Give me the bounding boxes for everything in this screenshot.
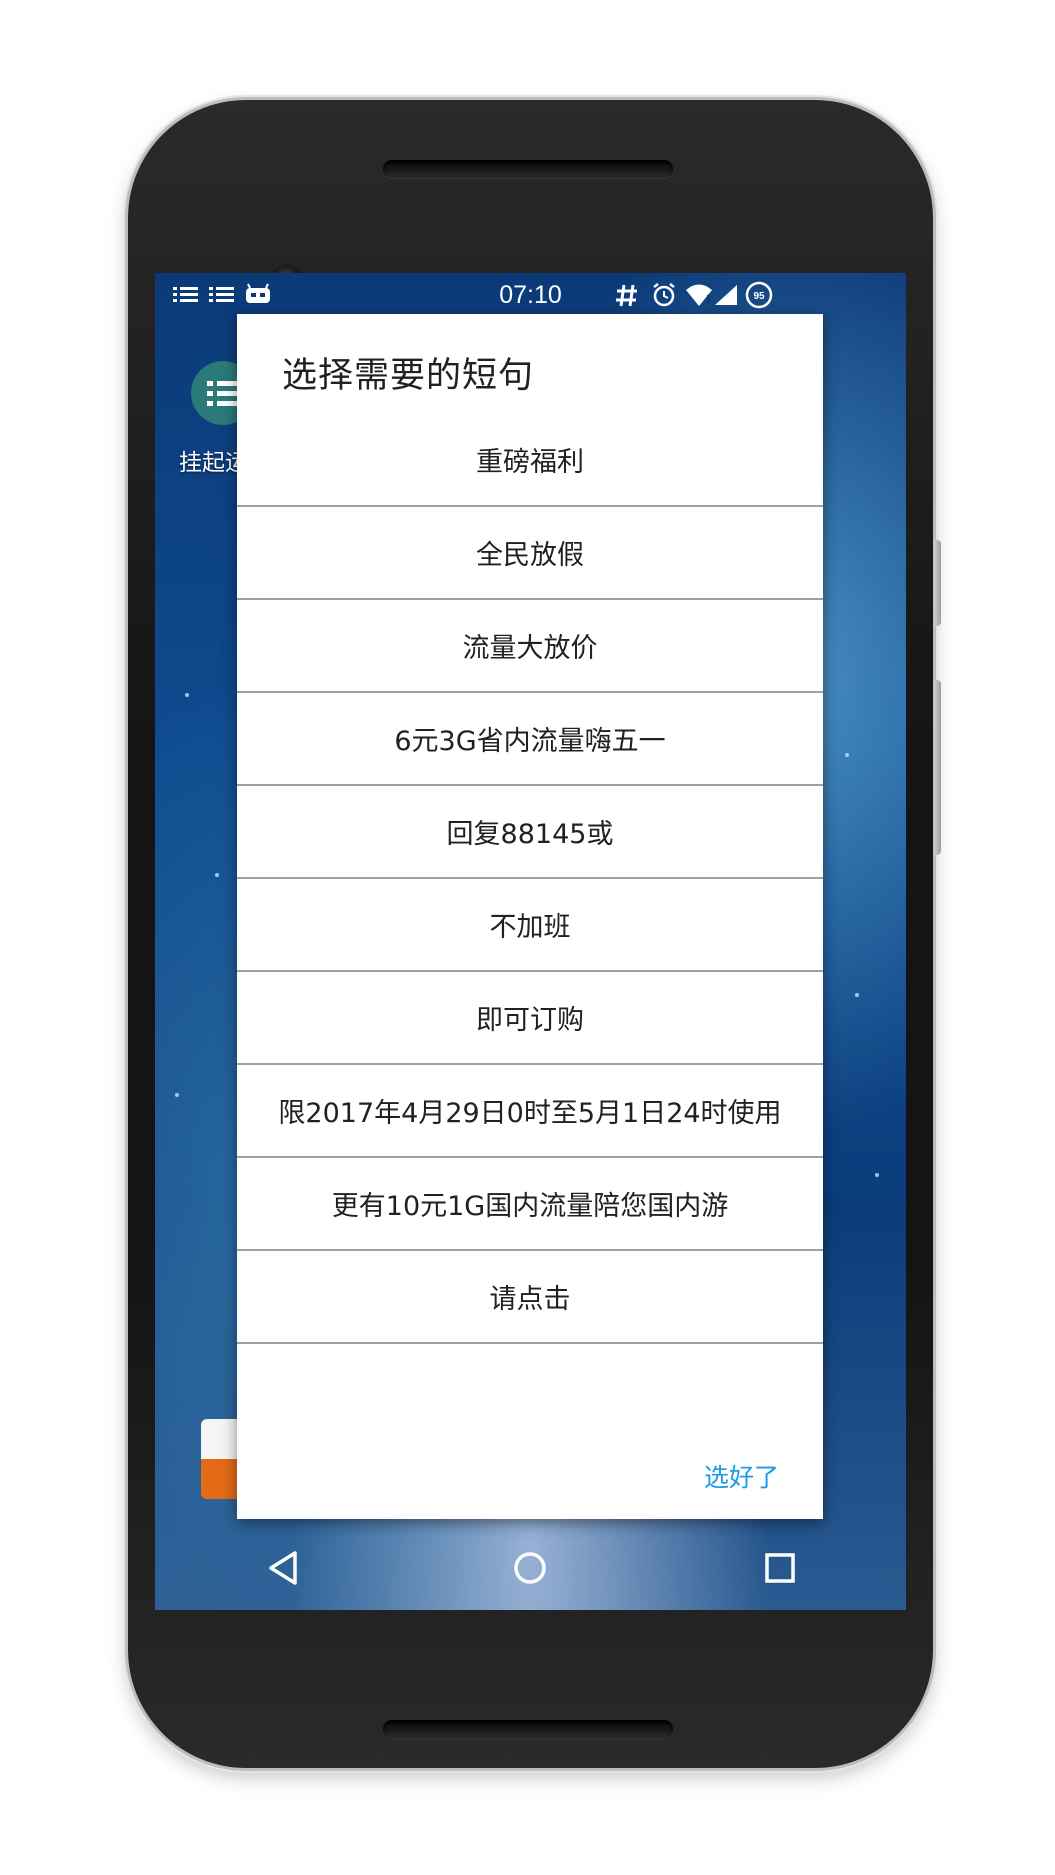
power-button	[934, 540, 941, 626]
background-widget	[201, 1419, 241, 1499]
wallpaper-star	[875, 1173, 879, 1177]
option-item[interactable]: 即可订购	[237, 972, 823, 1065]
volume-button	[934, 680, 941, 855]
phrase-select-dialog: 选择需要的短句 重磅福利 全民放假 流量大放价 6元3G省内流量嗨五一 回复88…	[237, 314, 823, 1519]
option-item[interactable]: 重磅福利	[237, 414, 823, 507]
recents-icon[interactable]	[755, 1543, 805, 1593]
option-item[interactable]: 更有10元1G国内流量陪您国内游	[237, 1158, 823, 1251]
signal-icon	[715, 285, 737, 305]
wallpaper-star	[175, 1093, 179, 1097]
alarm-icon	[653, 283, 675, 307]
dialog-title: 选择需要的短句	[282, 356, 535, 396]
wallpaper-star	[215, 873, 219, 877]
back-icon[interactable]	[259, 1543, 309, 1593]
hash-icon	[616, 284, 637, 307]
wallpaper-star	[185, 693, 189, 697]
option-list: 重磅福利 全民放假 流量大放价 6元3G省内流量嗨五一 回复88145或 不加班…	[237, 414, 823, 1344]
battery-icon: 95	[745, 281, 773, 309]
wifi-icon	[686, 284, 712, 306]
option-item[interactable]: 全民放假	[237, 507, 823, 600]
wallpaper-star	[845, 753, 849, 757]
option-item[interactable]: 回复88145或	[237, 786, 823, 879]
option-item[interactable]: 限2017年4月29日0时至5月1日24时使用	[237, 1065, 823, 1158]
bottom-speaker	[383, 1720, 673, 1738]
status-bar: 07:10 95	[155, 273, 906, 317]
home-icon[interactable]	[505, 1543, 555, 1593]
confirm-button[interactable]: 选好了	[704, 1458, 779, 1494]
screen: 07:10 95 挂起运 选择需要的短句 重磅福利 全民放假 流量大放价 6元3…	[155, 273, 906, 1610]
option-item[interactable]: 请点击	[237, 1251, 823, 1344]
wallpaper-star	[855, 993, 859, 997]
option-item[interactable]: 流量大放价	[237, 600, 823, 693]
navigation-bar	[155, 1525, 906, 1610]
top-speaker	[383, 160, 673, 178]
status-time: 07:10	[499, 281, 562, 309]
battery-level: 95	[753, 291, 765, 302]
option-item[interactable]: 6元3G省内流量嗨五一	[237, 693, 823, 786]
option-item[interactable]: 不加班	[237, 879, 823, 972]
